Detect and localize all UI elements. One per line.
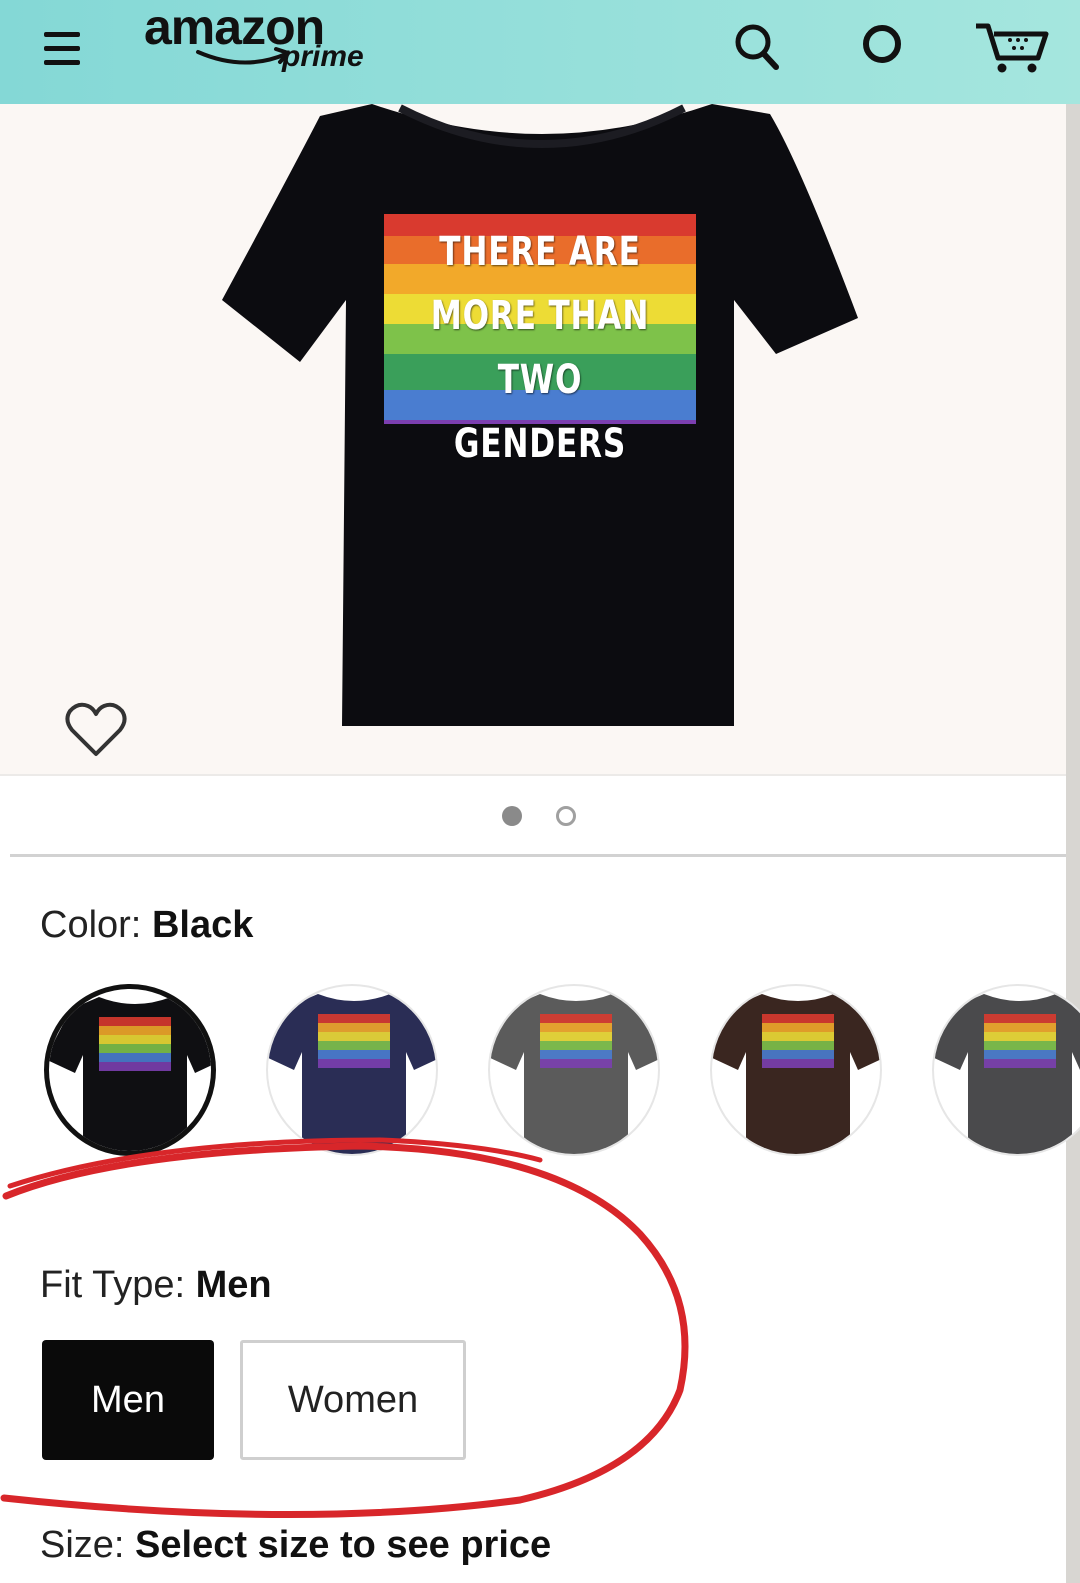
product-image-carousel[interactable]: THERE ARE MORE THAN TWO GENDERS [0, 104, 1068, 776]
swatch-shirt-thumbnail [268, 994, 436, 1154]
menu-icon[interactable] [38, 22, 90, 74]
fit-type-label-key: Fit Type: [40, 1264, 186, 1306]
color-swatch-brown[interactable] [710, 984, 882, 1156]
swatch-shirt-thumbnail [49, 997, 211, 1151]
swatch-shirt-thumbnail [712, 994, 880, 1154]
fit-type-label: Fit Type: Men [40, 1264, 272, 1307]
print-line: MORE THAN [430, 293, 650, 339]
size-label: Size: Select size to see price [40, 1524, 551, 1567]
color-label: Color: Black [40, 904, 253, 947]
top-nav-bar: amazon prime [0, 0, 1080, 104]
color-label-value: Black [151, 904, 254, 946]
carousel-dot-active[interactable] [502, 806, 522, 826]
amazon-prime-logo[interactable]: amazon prime [140, 0, 400, 90]
size-label-key: Size: [40, 1524, 125, 1566]
logo-smile-arrow [196, 47, 292, 65]
logo-prime: prime [282, 40, 364, 73]
color-swatch-navy[interactable] [266, 984, 438, 1156]
cart-icon[interactable] [972, 14, 1052, 78]
carousel-dot[interactable] [556, 806, 576, 826]
print-line: THERE ARE [439, 229, 641, 275]
search-icon[interactable] [726, 14, 790, 78]
color-swatch-charcoal[interactable] [932, 984, 1080, 1156]
fit-women-button[interactable]: Women [240, 1340, 466, 1460]
section-divider [10, 854, 1066, 857]
color-swatch-black[interactable] [44, 984, 216, 1156]
scroll-edge [1066, 104, 1080, 1583]
print-line: TWO GENDERS [453, 357, 627, 467]
swatch-shirt-thumbnail [490, 994, 658, 1154]
size-label-value: Select size to see price [135, 1524, 552, 1566]
alexa-icon[interactable] [850, 14, 914, 78]
heart-icon[interactable] [64, 700, 128, 760]
shirt-print-text: THERE ARE MORE THAN TWO GENDERS [417, 220, 663, 476]
swatch-shirt-thumbnail [934, 994, 1080, 1154]
fit-men-button[interactable]: Men [42, 1340, 214, 1460]
color-swatch-gray[interactable] [488, 984, 660, 1156]
color-label-key: Color: [40, 904, 142, 946]
fit-type-label-value: Men [195, 1264, 272, 1306]
